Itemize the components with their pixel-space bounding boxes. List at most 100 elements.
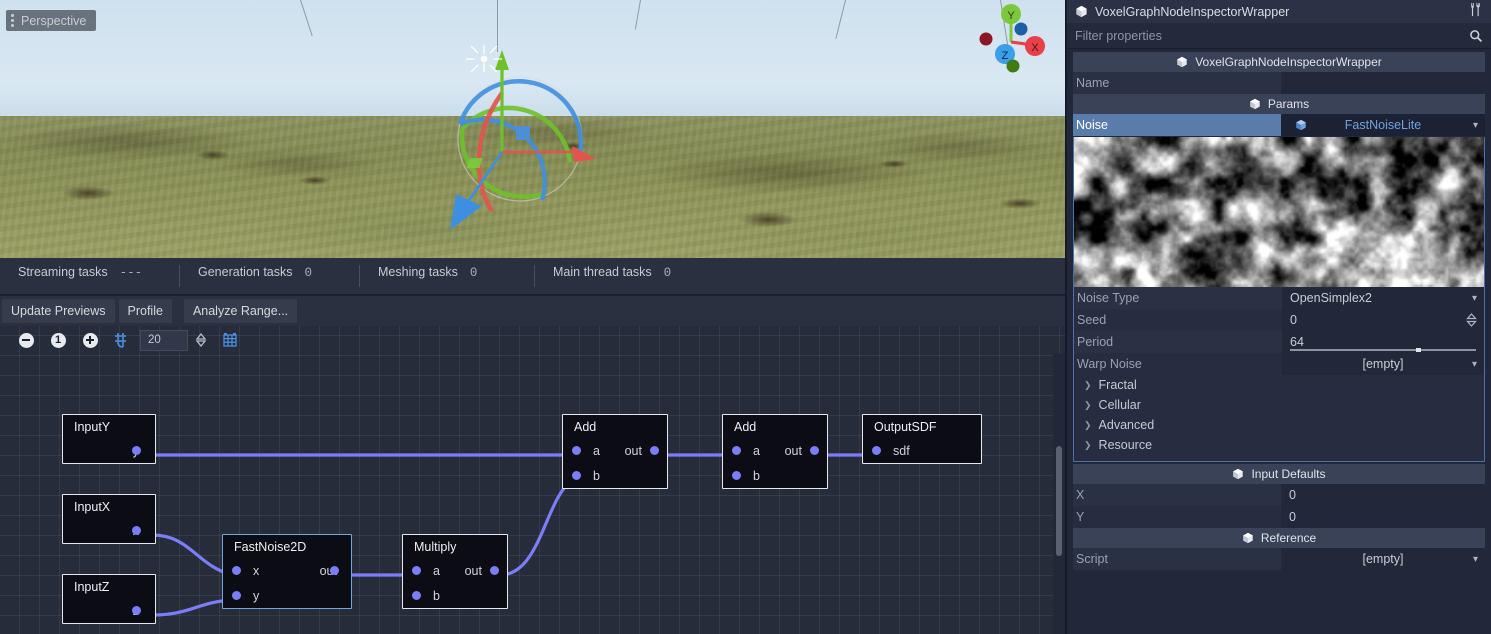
script-value: [empty]	[1362, 552, 1404, 566]
chevron-down-icon[interactable]: ▾	[1472, 293, 1477, 304]
node-port-row[interactable]: a out	[723, 438, 827, 463]
seed-spinbox[interactable]: 0	[1282, 309, 1484, 331]
tools-icon[interactable]	[1468, 2, 1483, 22]
port-dot-in-a[interactable]	[412, 566, 421, 575]
port-dot-in-a[interactable]	[572, 446, 581, 455]
node-outputsdf[interactable]: OutputSDF sdf	[862, 414, 982, 464]
inspector-body: VoxelGraphNodeInspectorWrapper Name Para…	[1067, 49, 1491, 634]
script-dropdown[interactable]: [empty] ▾	[1281, 548, 1485, 570]
graph-vertical-scrollbar-thumb[interactable]	[1056, 446, 1062, 556]
noise-canvas	[1074, 137, 1484, 287]
node-multiply[interactable]: Multiply a out b	[402, 534, 508, 609]
perspective-menu-button[interactable]: Perspective	[6, 10, 97, 31]
period-slider-track[interactable]	[1290, 348, 1476, 352]
port-dot-in-x[interactable]	[232, 566, 241, 575]
terrain-detail	[196, 150, 230, 160]
snap-toggle-icon[interactable]	[106, 326, 138, 354]
period-slider-input[interactable]: 64	[1282, 331, 1484, 353]
update-previews-button[interactable]: Update Previews	[2, 299, 115, 323]
chevron-down-icon[interactable]: ▾	[1472, 359, 1477, 370]
port-dot-in-b[interactable]	[732, 471, 741, 480]
name-input[interactable]	[1281, 72, 1485, 94]
graph-toolbar: Update Previews Profile Analyze Range...	[0, 296, 1065, 326]
port-label-b: b	[753, 468, 760, 483]
node-inputx[interactable]: InputX x	[62, 494, 156, 544]
noise-type-dropdown[interactable]: OpenSimplex2 ▾	[1282, 287, 1484, 309]
node-port-row[interactable]: z	[63, 598, 155, 623]
search-icon[interactable]	[1469, 29, 1483, 43]
warp-noise-dropdown[interactable]: [empty] ▾	[1282, 353, 1484, 375]
subsection-cellular[interactable]: ❯ Cellular	[1074, 395, 1484, 415]
property-row-warp-noise[interactable]: Warp Noise [empty] ▾	[1074, 353, 1484, 375]
snap-size-stepper[interactable]	[188, 326, 214, 354]
property-row-y[interactable]: Y 0	[1073, 506, 1485, 528]
section-header-params[interactable]: Params	[1073, 94, 1485, 114]
zoom-reset-button[interactable]: 1	[42, 326, 74, 354]
property-row-name[interactable]: Name	[1073, 72, 1485, 94]
port-dot-out[interactable]	[132, 446, 141, 455]
port-dot-in-b[interactable]	[412, 591, 421, 600]
stepper-icon[interactable]	[1466, 313, 1477, 327]
node-port-row[interactable]: a out	[563, 438, 667, 463]
section-header-reference[interactable]: Reference	[1073, 528, 1485, 548]
port-dot-out[interactable]	[650, 446, 659, 455]
profile-button[interactable]: Profile	[118, 299, 172, 323]
y-input[interactable]: 0	[1281, 506, 1485, 528]
node-inputz[interactable]: InputZ z	[62, 574, 156, 624]
port-dot-out[interactable]	[132, 606, 141, 615]
snap-size-input[interactable]: 20	[140, 329, 188, 351]
chevron-down-icon[interactable]: ▾	[1473, 120, 1478, 131]
node-port-row[interactable]: b	[403, 583, 507, 608]
port-dot-in-b[interactable]	[572, 471, 581, 480]
node-port-row[interactable]: sdf	[863, 438, 981, 463]
axis-orientation-widget[interactable]: Y X Z	[975, 2, 1047, 80]
zoom-out-button[interactable]	[10, 326, 42, 354]
node-port-row[interactable]: x	[63, 518, 155, 543]
transform-gizmo[interactable]	[420, 34, 620, 239]
status-item-generation-tasks: Generation tasks 0	[180, 265, 360, 287]
period-slider-thumb[interactable]	[1416, 348, 1422, 352]
status-label: Generation tasks	[198, 265, 293, 279]
port-dot-out[interactable]	[132, 526, 141, 535]
subsection-fractal[interactable]: ❯ Fractal	[1074, 375, 1484, 395]
port-dot-in-sdf[interactable]	[872, 446, 881, 455]
chevron-right-icon: ❯	[1084, 379, 1092, 390]
noise-resource-picker[interactable]: FastNoiseLite ▾	[1281, 114, 1485, 136]
property-row-script[interactable]: Script [empty] ▾	[1073, 548, 1485, 570]
property-row-noise-type[interactable]: Noise Type OpenSimplex2 ▾	[1074, 287, 1484, 309]
port-dot-in-y[interactable]	[232, 591, 241, 600]
node-port-row[interactable]: a out	[403, 558, 507, 583]
property-label: Script	[1073, 548, 1281, 570]
port-dot-out[interactable]	[810, 446, 819, 455]
section-header-root[interactable]: VoxelGraphNodeInspectorWrapper	[1073, 52, 1485, 72]
x-input[interactable]: 0	[1281, 484, 1485, 506]
property-row-seed[interactable]: Seed 0	[1074, 309, 1484, 331]
filter-properties-field[interactable]: Filter properties	[1067, 23, 1491, 49]
subsection-resource[interactable]: ❯ Resource	[1074, 435, 1484, 455]
port-dot-out[interactable]	[490, 566, 499, 575]
node-inputy[interactable]: InputY y	[62, 414, 156, 464]
section-title: Reference	[1260, 531, 1317, 545]
node-port-row[interactable]: y	[223, 583, 351, 608]
chevron-down-icon[interactable]: ▾	[1473, 554, 1478, 565]
property-row-x[interactable]: X 0	[1073, 484, 1485, 506]
node-port-row[interactable]: y	[63, 438, 155, 463]
analyze-range-button[interactable]: Analyze Range...	[183, 299, 298, 323]
graph-vertical-scrollbar-track[interactable]	[1053, 354, 1065, 634]
zoom-in-button[interactable]	[74, 326, 106, 354]
port-dot-in-a[interactable]	[732, 446, 741, 455]
node-port-row[interactable]: x out	[223, 558, 351, 583]
subsection-advanced[interactable]: ❯ Advanced	[1074, 415, 1484, 435]
node-port-row[interactable]: b	[723, 463, 827, 488]
property-row-noise[interactable]: Noise FastNoiseLite ▾	[1073, 114, 1485, 136]
node-add-1[interactable]: Add a out b	[562, 414, 668, 489]
node-add-2[interactable]: Add a out b	[722, 414, 828, 489]
node-fastnoise2d[interactable]: FastNoise2D x out y	[222, 534, 352, 609]
section-header-input-defaults[interactable]: Input Defaults	[1073, 464, 1485, 484]
property-row-period[interactable]: Period 64	[1074, 331, 1484, 353]
node-port-row[interactable]: b	[563, 463, 667, 488]
grid-toggle-icon[interactable]	[214, 326, 246, 354]
graph-canvas[interactable]: 1 20 InputY InputX InputZ FastNoise2D x …	[0, 326, 1065, 634]
port-dot-out[interactable]	[330, 566, 339, 575]
3d-viewport[interactable]: Perspective Y X Z	[0, 0, 1065, 258]
